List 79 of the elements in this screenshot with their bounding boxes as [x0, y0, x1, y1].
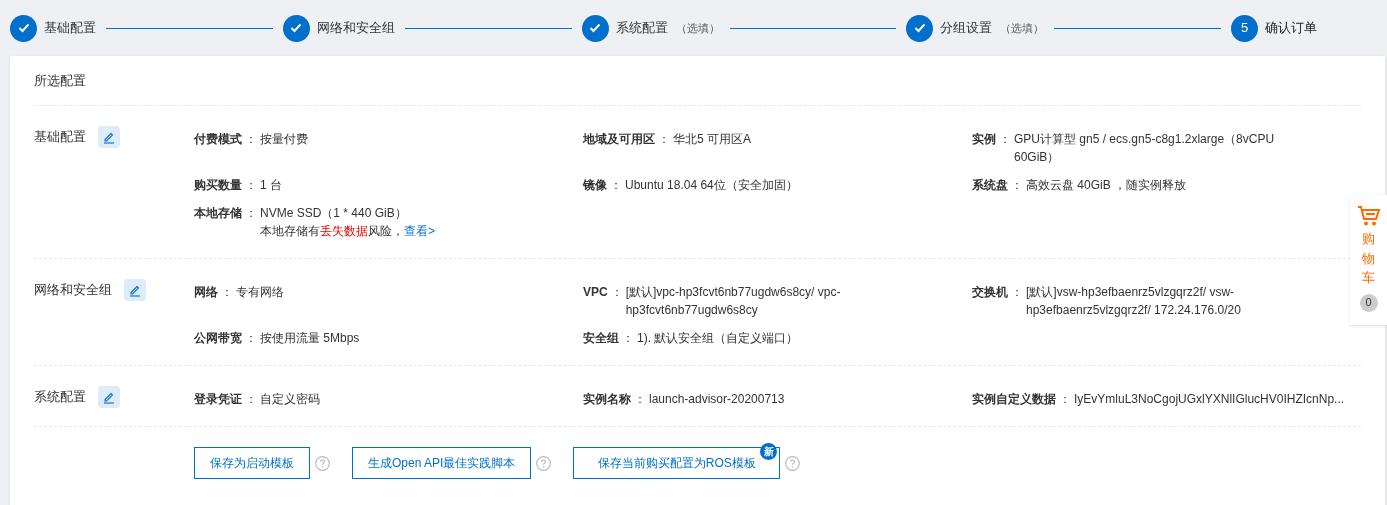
field-value: IyEvYmluL3NoCgojUGxlYXNlIGlucHV0IHZIcnNp...	[1074, 391, 1345, 408]
field-label: 付费模式	[194, 131, 242, 148]
cart-panel[interactable]: 购物车 0	[1350, 195, 1387, 325]
field-separator: ：	[245, 131, 257, 148]
field-value: 按使用流量 5Mbps	[260, 330, 360, 347]
field-label: 实例	[972, 131, 996, 148]
field-separator: ：	[622, 330, 634, 347]
field-label: 购买数量	[194, 177, 242, 194]
step-optional-note: （选填）	[1000, 20, 1045, 36]
step-number-indicator: 5	[1231, 14, 1258, 42]
field-label: 实例名称	[583, 391, 631, 408]
field-label: 本地存储	[194, 205, 242, 222]
cart-label: 购物车	[1362, 230, 1375, 287]
edit-button[interactable]	[98, 126, 120, 148]
step-label: 系统配置	[615, 19, 668, 38]
field-value: 高效云盘 40GiB ，随实例释放	[1026, 177, 1187, 194]
field-value: 1 台	[260, 177, 282, 194]
step-label: 确认订单	[1265, 19, 1317, 38]
field-separator: ：	[1059, 391, 1071, 408]
field-separator: ：	[245, 391, 257, 408]
field-value: 按量付费	[260, 131, 308, 148]
field-separator: ：	[634, 391, 646, 408]
field-value: 华北5 可用区A	[673, 131, 751, 148]
field-separator: ：	[245, 330, 257, 347]
field-label: VPC	[583, 284, 608, 301]
field-label: 镜像	[583, 177, 607, 194]
action-button[interactable]: 生成Open API最佳实践脚本	[352, 447, 532, 479]
field-value: launch-advisor-20200713	[649, 391, 785, 408]
field-label: 安全组	[583, 330, 619, 347]
edit-button[interactable]	[98, 386, 120, 408]
step-label: 网络和安全组	[316, 19, 395, 38]
field-label: 登录凭证	[194, 391, 242, 408]
check-icon	[17, 23, 30, 33]
field-separator: ：	[610, 284, 623, 301]
field-value: Ubuntu 18.04 64位（安全加固）	[625, 177, 798, 194]
check-icon	[290, 23, 303, 33]
help-icon[interactable]	[536, 455, 552, 471]
field-value: [默认]vpc-hp3fcvt6nb77ugdw6s8cy/ vpc-hp3fcvt6nb77ugdw6s8cy	[625, 284, 842, 319]
field-value: NVMe SSD（1 * 440 GiB）	[260, 205, 408, 222]
field-separator: ：	[1011, 284, 1023, 301]
field-value: 1). 默认安全组（自定义端口）	[637, 330, 799, 347]
action-button[interactable]: 保存为启动模板	[194, 447, 310, 479]
field-separator: ：	[245, 205, 257, 222]
field-label: 网络	[194, 284, 218, 301]
field-label: 地域及可用区	[583, 131, 655, 148]
section-title: 网络和安全组	[34, 281, 112, 299]
help-icon[interactable]	[785, 455, 801, 471]
step-label: 分组设置	[940, 19, 993, 38]
check-icon	[913, 23, 926, 33]
field-separator: ：	[1011, 177, 1023, 194]
field-separator: ：	[610, 177, 622, 194]
field-separator: ：	[245, 177, 257, 194]
cart-icon	[1356, 205, 1381, 227]
field-label: 交换机	[972, 284, 1008, 301]
field-value: 专有网络	[236, 284, 284, 301]
field-value: [默认]vsw-hp3efbaenrz5vlzgqrz2f/ vsw-hp3efbaenrz5vlzgqrz2f/ 172.24.176.0/20	[1026, 284, 1242, 319]
pencil-icon	[128, 283, 142, 297]
edit-button[interactable]	[124, 279, 146, 301]
step-optional-note: （选填）	[675, 20, 720, 36]
section-title: 基础配置	[34, 128, 86, 146]
field-separator: ：	[658, 131, 670, 148]
field-value: GPU计算型 gn5 / ecs.gn5-c8g1.2xlarge（8vCPU 60GiB）	[1014, 131, 1276, 166]
field-separator: ：	[999, 131, 1011, 148]
pencil-icon	[102, 390, 116, 404]
field-label: 公网带宽	[194, 330, 242, 347]
card-title: 所选配置	[34, 71, 86, 90]
field-label: 系统盘	[972, 177, 1008, 194]
section-title: 系统配置	[34, 388, 86, 406]
cart-count: 0	[1359, 293, 1378, 312]
view-link[interactable]: 查看>	[404, 224, 435, 238]
pencil-icon	[102, 130, 116, 144]
storage-warning: 本地存储有丢失数据风险，查看>	[260, 223, 435, 240]
check-icon	[589, 23, 601, 33]
field-separator: ：	[221, 284, 233, 301]
field-label: 实例自定义数据	[972, 391, 1056, 408]
step-label: 基础配置	[44, 19, 96, 38]
field-value: 自定义密码	[260, 391, 320, 408]
new-badge: 新	[760, 442, 778, 460]
help-icon[interactable]	[315, 455, 330, 471]
